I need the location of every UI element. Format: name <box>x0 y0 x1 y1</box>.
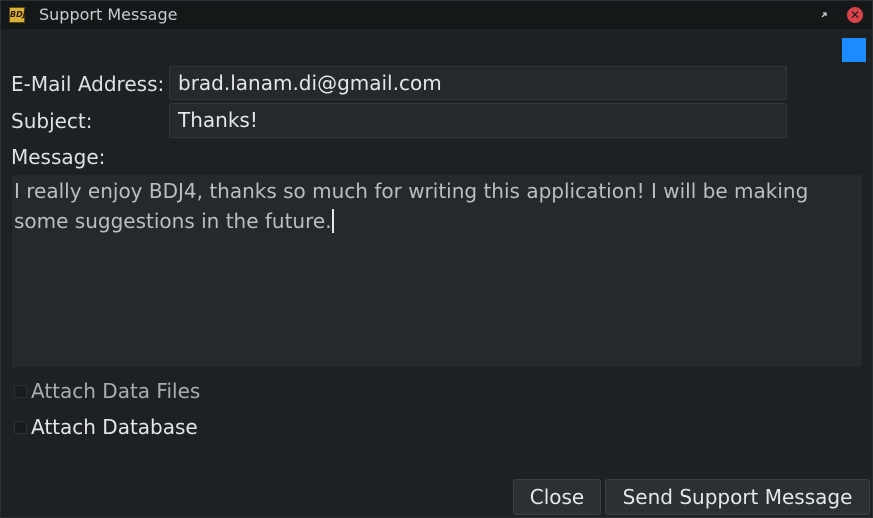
close-button[interactable]: Close <box>513 479 601 515</box>
attach-data-files-checkbox[interactable] <box>14 385 27 398</box>
email-field[interactable]: brad.lanam.di@gmail.com <box>169 66 787 100</box>
status-indicator <box>842 38 866 62</box>
close-window-icon[interactable]: ✕ <box>847 7 863 23</box>
send-support-message-button[interactable]: Send Support Message <box>605 479 870 515</box>
email-label: E-Mail Address: <box>11 72 165 96</box>
message-label: Message: <box>11 145 106 169</box>
message-textarea[interactable]: I really enjoy BDJ4, thanks so much for … <box>12 175 862 367</box>
message-text: I really enjoy BDJ4, thanks so much for … <box>14 179 815 233</box>
text-caret <box>331 209 334 233</box>
subject-label: Subject: <box>11 109 93 133</box>
restore-icon[interactable] <box>816 7 832 23</box>
attach-data-files-label: Attach Data Files <box>31 379 201 403</box>
support-message-window: BDJ Support Message ✕ E-Mail Address: br… <box>0 0 873 518</box>
attach-database-checkbox[interactable] <box>14 421 27 434</box>
app-icon: BDJ <box>9 7 26 23</box>
title-bar: BDJ Support Message ✕ <box>1 1 872 29</box>
attach-database-label: Attach Database <box>31 415 198 439</box>
window-title: Support Message <box>39 5 178 24</box>
subject-field[interactable]: Thanks! <box>169 103 787 138</box>
